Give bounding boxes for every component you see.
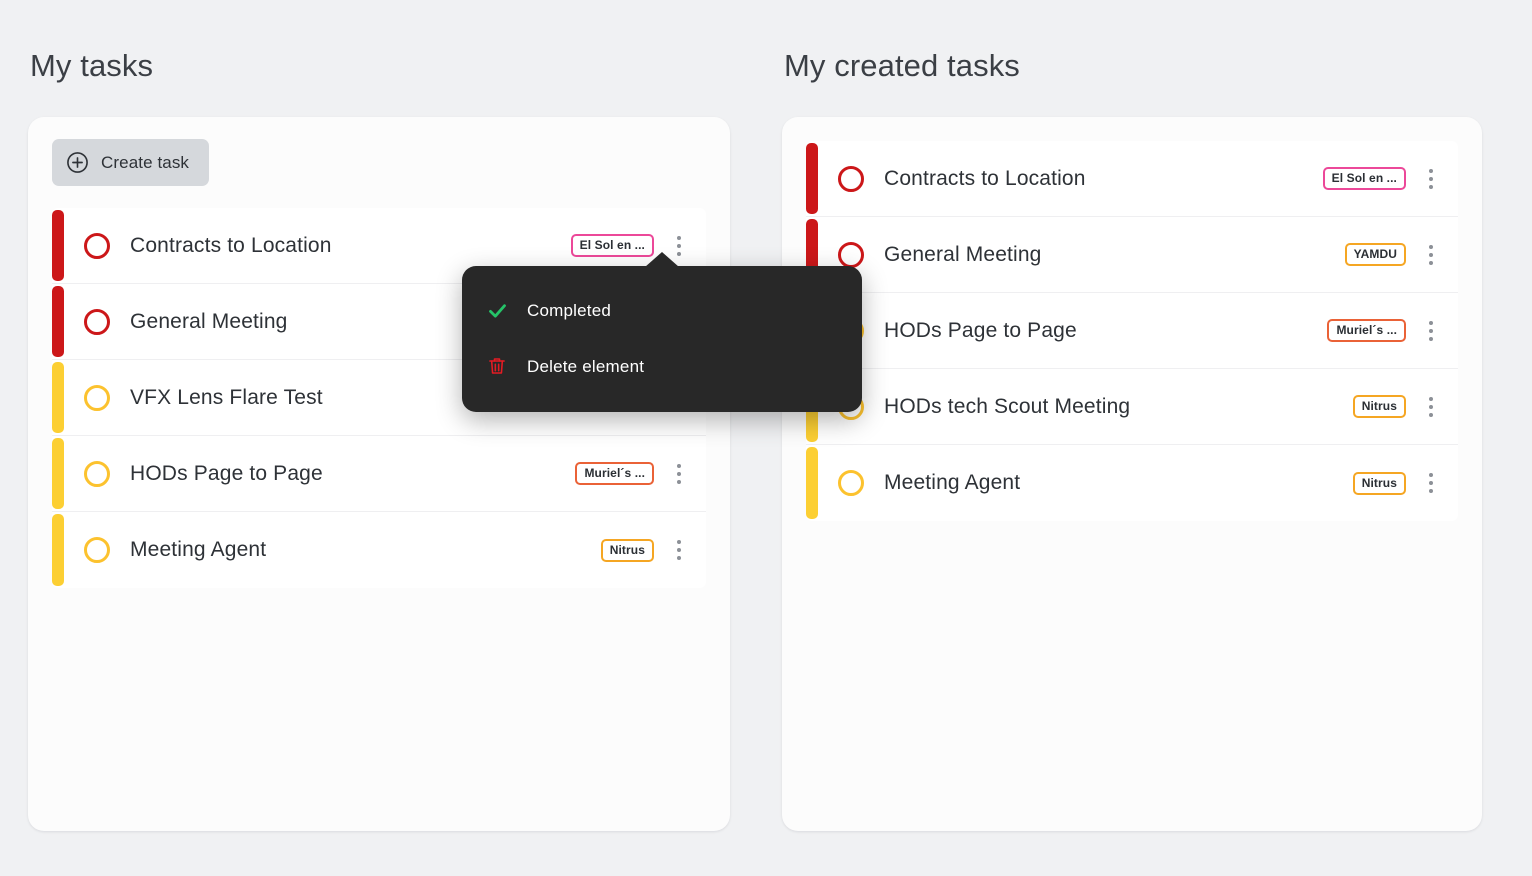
- task-status-circle[interactable]: [84, 308, 110, 335]
- task-priority-strip: [52, 286, 64, 357]
- project-badge-label: El Sol en ...: [1331, 171, 1397, 185]
- my-tasks-column: My tasks Create task Contracts to Locati…: [28, 50, 730, 876]
- task-priority-strip: [52, 438, 64, 509]
- my-created-tasks-list: Contracts to Location El Sol en ... Genera…: [806, 141, 1458, 521]
- task-row[interactable]: General Meeting YAMDU: [806, 217, 1458, 293]
- my-tasks-panel: Create task Contracts to Location El Sol …: [28, 117, 730, 831]
- task-row[interactable]: Meeting Agent Nitrus: [52, 512, 706, 588]
- my-created-tasks-panel: Contracts to Location El Sol en ... Genera…: [782, 117, 1482, 831]
- task-status-circle[interactable]: [84, 537, 110, 563]
- project-badge-label: Muriel´s ...: [584, 466, 645, 480]
- check-icon: [486, 299, 508, 321]
- project-badge-label: Nitrus: [1361, 399, 1397, 413]
- my-tasks-title: My tasks: [30, 48, 154, 83]
- task-name: Contracts to Location: [884, 166, 1086, 190]
- menu-divider-space: [462, 334, 862, 342]
- project-badge: Nitrus: [1352, 395, 1406, 418]
- create-task-label: Create task: [101, 153, 190, 172]
- project-badge-label: Muriel´s ...: [1336, 323, 1397, 337]
- task-row[interactable]: HODs Page to Page Muriel´s ...: [52, 436, 706, 512]
- project-badge-label: El Sol en ...: [579, 238, 645, 252]
- task-status-circle[interactable]: [84, 384, 110, 411]
- task-board: My tasks Create task Contracts to Locati…: [0, 0, 1532, 876]
- project-badge-label: Nitrus: [609, 542, 645, 557]
- task-status-circle[interactable]: [838, 165, 864, 192]
- task-more-options-icon[interactable]: [1418, 468, 1444, 498]
- task-more-options-icon[interactable]: [1418, 164, 1444, 194]
- task-row[interactable]: HODs tech Scout Meeting Nitrus: [806, 369, 1458, 445]
- project-badge: Muriel´s ...: [1327, 319, 1406, 342]
- plus-circle-icon: [66, 151, 89, 174]
- task-priority-strip: [52, 362, 64, 433]
- task-priority-strip: [52, 210, 64, 281]
- task-more-options-icon[interactable]: [1418, 240, 1444, 270]
- task-name: HODs Page to Page: [130, 461, 323, 485]
- task-context-menu[interactable]: Completed Delete element: [462, 252, 862, 412]
- menu-item-delete-label: Delete element: [527, 356, 645, 376]
- trash-icon: [486, 355, 508, 377]
- task-name: Meeting Agent: [884, 471, 1021, 494]
- project-badge: YAMDU: [1344, 243, 1406, 266]
- menu-item-completed-label: Completed: [527, 300, 612, 320]
- task-row[interactable]: Contracts to Location El Sol en ...: [806, 141, 1458, 217]
- create-task-button[interactable]: Create task: [52, 139, 210, 186]
- task-name: HODs tech Scout Meeting: [884, 394, 1131, 418]
- project-badge: El Sol en ...: [1322, 167, 1406, 190]
- task-priority-strip: [806, 447, 818, 519]
- task-name: Meeting Agent: [130, 538, 267, 561]
- project-badge-label: YAMDU: [1353, 247, 1397, 261]
- task-more-options-icon[interactable]: [666, 535, 692, 565]
- task-name: General Meeting: [884, 242, 1042, 266]
- task-status-circle[interactable]: [838, 241, 864, 268]
- menu-item-completed[interactable]: Completed: [462, 286, 862, 334]
- task-more-options-icon[interactable]: [1418, 392, 1444, 422]
- task-row[interactable]: Meeting Agent Nitrus: [806, 445, 1458, 521]
- task-priority-strip: [806, 143, 818, 214]
- project-badge: El Sol en ...: [570, 234, 654, 257]
- task-status-circle[interactable]: [838, 470, 864, 496]
- task-status-circle[interactable]: [84, 460, 110, 487]
- task-name: HODs Page to Page: [884, 318, 1077, 342]
- project-badge: Nitrus: [600, 538, 654, 562]
- task-name: Contracts to Location: [130, 233, 332, 257]
- task-more-options-icon[interactable]: [1418, 316, 1444, 346]
- menu-item-delete-element[interactable]: Delete element: [462, 342, 862, 390]
- task-more-options-icon[interactable]: [666, 459, 692, 489]
- project-badge-label: Nitrus: [1361, 475, 1397, 490]
- task-priority-strip: [52, 514, 64, 586]
- task-row[interactable]: HODs Page to Page Muriel´s ...: [806, 293, 1458, 369]
- my-created-tasks-column: My created tasks Contracts to Location El…: [782, 50, 1482, 876]
- project-badge: Muriel´s ...: [575, 462, 654, 485]
- task-status-circle[interactable]: [84, 232, 110, 259]
- context-menu-pointer: [645, 252, 679, 267]
- my-created-tasks-title: My created tasks: [784, 48, 1020, 83]
- project-badge: Nitrus: [1352, 471, 1406, 495]
